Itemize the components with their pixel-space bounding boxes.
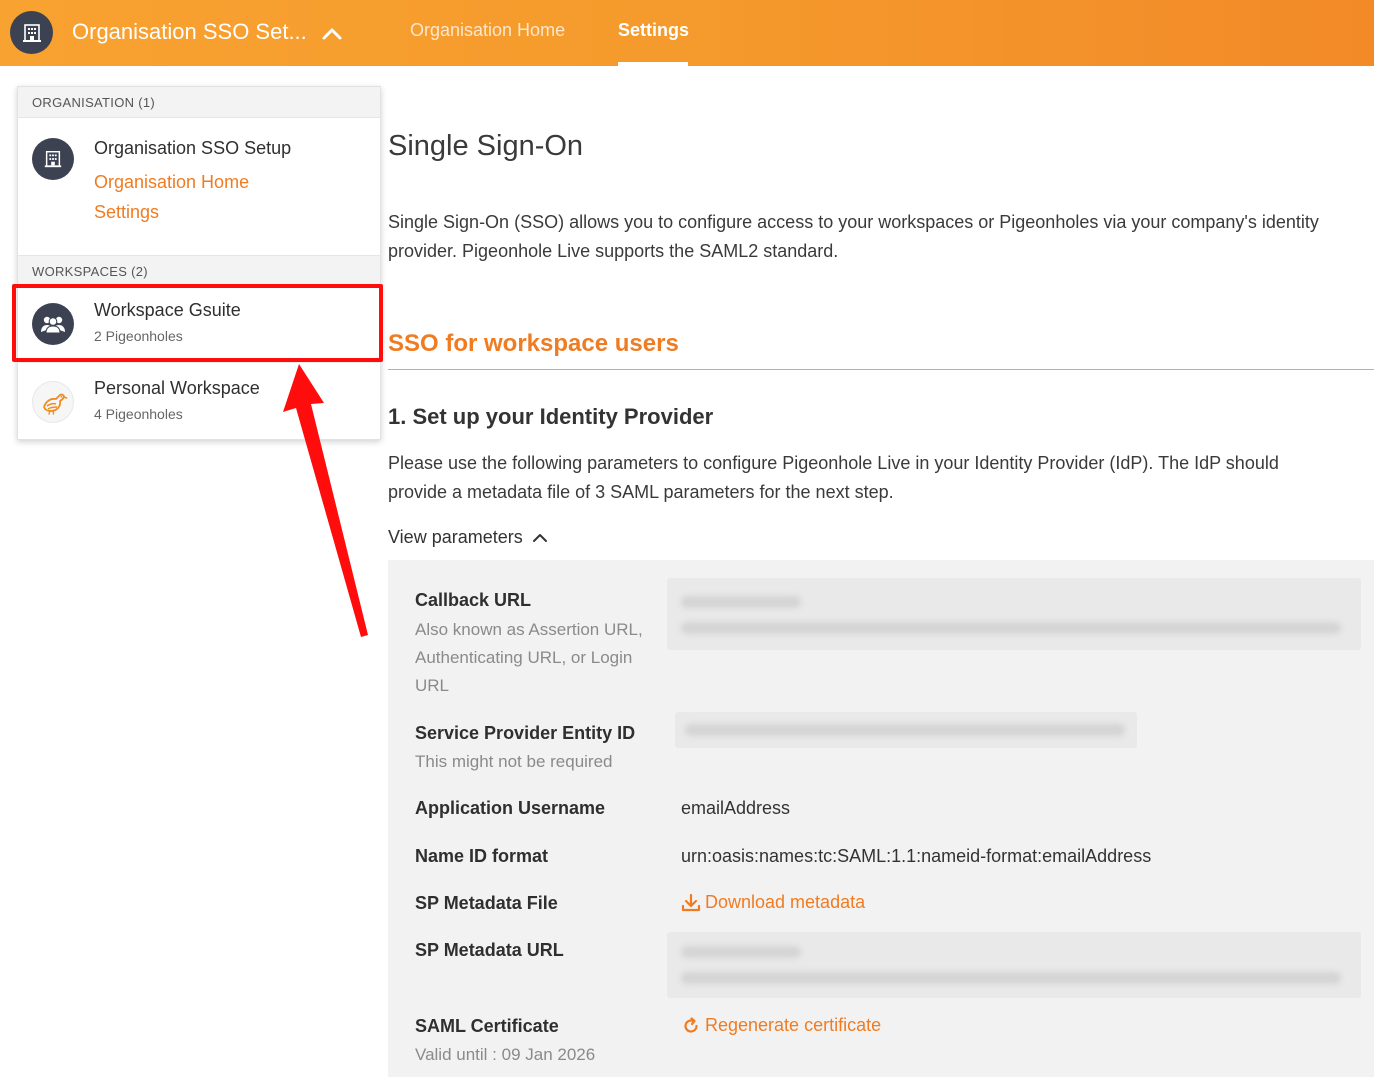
- org-name: Organisation SSO Setup: [94, 138, 292, 158]
- page-title: Single Sign-On: [388, 130, 584, 162]
- download-icon: [681, 893, 701, 911]
- view-parameters-toggle[interactable]: View parameters: [388, 527, 549, 548]
- tab-settings[interactable]: Settings: [618, 20, 689, 41]
- callback-url-label: Callback URL: [415, 590, 532, 610]
- workspaces-section-header: WORKSPACES (2): [18, 255, 380, 286]
- tab-organisation-home[interactable]: Organisation Home: [410, 20, 565, 41]
- entity-id-hint: This might not be required: [415, 752, 613, 771]
- intro-text: Single Sign-On (SSO) allows you to confi…: [388, 212, 1319, 261]
- callback-url-hint: Also known as Assertion URL, Authenticat…: [415, 620, 643, 695]
- workspace-avatar: [32, 381, 74, 423]
- view-parameters-label: View parameters: [388, 527, 523, 547]
- saml-certificate-label: SAML Certificate: [415, 1016, 559, 1036]
- regenerate-certificate-link[interactable]: Regenerate certificate: [681, 1015, 881, 1036]
- regenerate-certificate-label: Regenerate certificate: [705, 1015, 882, 1035]
- download-metadata-link[interactable]: Download metadata: [681, 892, 865, 913]
- building-icon: [22, 23, 41, 42]
- entity-id-value[interactable]: [675, 712, 1137, 748]
- section-divider: [388, 369, 1374, 370]
- name-id-format-value: urn:oasis:names:tc:SAML:1.1:nameid-forma…: [681, 846, 1152, 866]
- org-avatar[interactable]: [10, 11, 53, 54]
- sp-metadata-url-value[interactable]: [667, 932, 1361, 998]
- step-description: Please use the following parameters to c…: [388, 453, 1279, 502]
- dropdown-link-organisation-home[interactable]: Organisation Home: [94, 172, 249, 193]
- building-icon: [44, 151, 62, 168]
- sp-metadata-file-label: SP Metadata File: [415, 893, 558, 913]
- pigeon-icon: [43, 393, 68, 415]
- active-tab-indicator: [618, 62, 688, 66]
- download-metadata-label: Download metadata: [705, 892, 866, 912]
- top-bar: Organisation SSO Set... Organisation Hom…: [0, 0, 1374, 66]
- chevron-up-icon[interactable]: [320, 22, 344, 46]
- callback-url-value[interactable]: [667, 578, 1361, 650]
- workspace-name: Personal Workspace: [94, 378, 260, 398]
- section-title: SSO for workspace users: [388, 330, 679, 357]
- app-username-value: emailAddress: [681, 798, 791, 818]
- refresh-icon: [684, 1016, 698, 1033]
- org-avatar: [32, 138, 74, 180]
- org-switcher-title[interactable]: Organisation SSO Set...: [72, 19, 307, 45]
- organisation-section-header: ORGANISATION (1): [18, 87, 380, 118]
- dropdown-link-settings[interactable]: Settings: [94, 202, 159, 223]
- certificate-validity: Valid until : 09 Jan 2026: [415, 1045, 596, 1064]
- chevron-up-icon: [532, 533, 547, 542]
- step-title: 1. Set up your Identity Provider: [388, 404, 714, 429]
- app-username-label: Application Username: [415, 798, 606, 818]
- highlight-box: [12, 284, 383, 362]
- sp-metadata-url-label: SP Metadata URL: [415, 940, 564, 960]
- workspace-pigeonhole-count: 4 Pigeonholes: [94, 406, 183, 422]
- name-id-format-label: Name ID format: [415, 846, 549, 866]
- annotation-arrow-icon: [283, 364, 368, 637]
- parameters-panel: Callback URL Also known as Assertion URL…: [388, 560, 1374, 1077]
- entity-id-label: Service Provider Entity ID: [415, 723, 636, 743]
